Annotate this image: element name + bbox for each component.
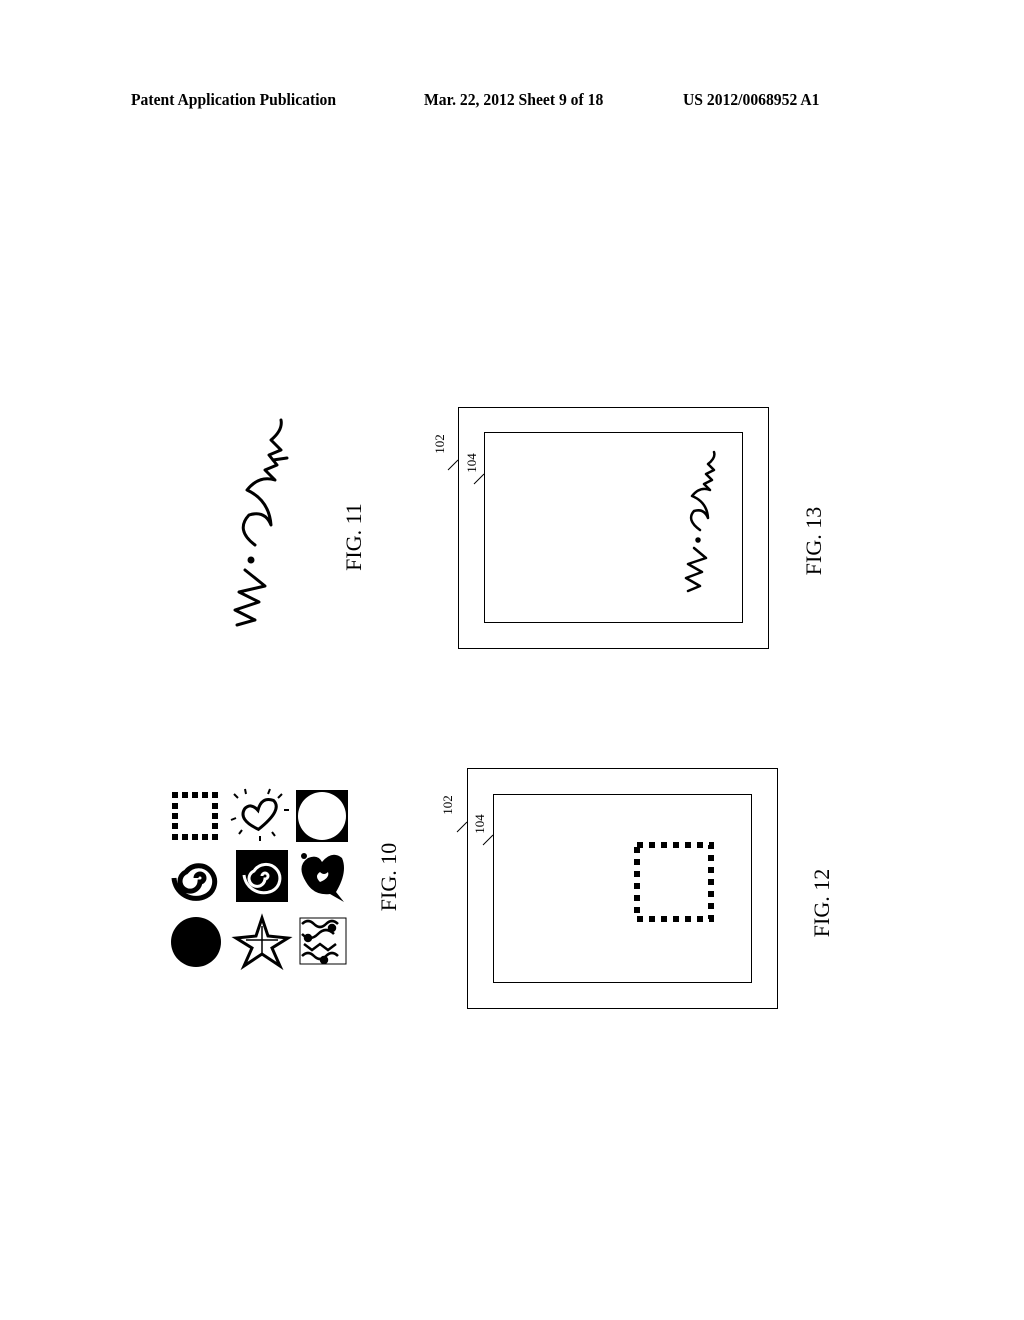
patent-number: US 2012/0068952 A1 [683,90,820,109]
star-icon [231,913,293,971]
date-sheet-label: Mar. 22, 2012 Sheet 9 of 18 [424,90,604,109]
fig11-label: FIG. 11 [340,503,366,571]
fig12-ref-102: 102 [439,795,455,815]
fig13-leader-102 [447,459,459,471]
fig13-leader-104 [473,473,485,485]
filled-circle-icon [171,917,221,967]
fig13-signature-drawing [684,450,716,593]
pattern-square-icon [299,917,347,965]
fig13-label: FIG. 13 [801,506,827,576]
fig12-ref-104: 104 [471,814,487,834]
fig13-ref-102: 102 [431,434,447,454]
fig13-ref-104: 104 [463,453,479,473]
icon-grid [171,788,348,971]
spiral-icon [171,863,218,901]
fig10-label: FIG. 10 [376,842,402,912]
circle-in-square-icon [296,790,348,842]
spiral-in-square-icon [236,850,288,902]
fig12-leader-102 [456,821,468,833]
fig12-leader-104 [482,834,494,846]
signature-drawing [233,418,289,627]
fig12-label: FIG. 12 [809,868,835,938]
leaf-heart-icon [301,853,344,902]
dotted-square-icon [172,792,218,840]
radiating-heart-icon [230,788,289,841]
publication-label: Patent Application Publication [131,90,337,109]
fig12-dotted-square [634,842,714,922]
